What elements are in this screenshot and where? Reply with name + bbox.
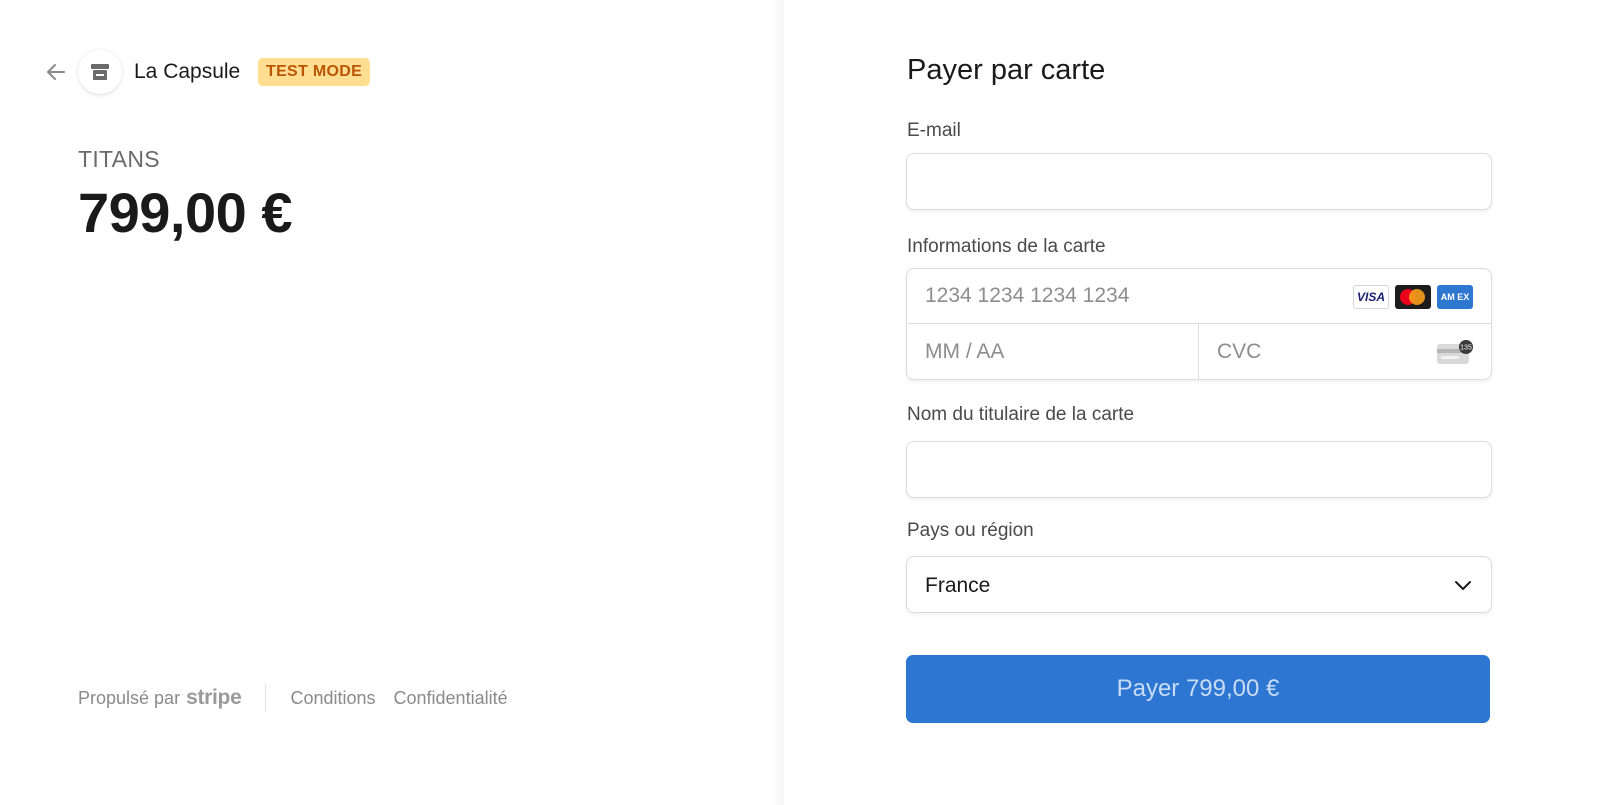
visa-icon: VISA [1353, 285, 1389, 309]
footer-divider [265, 684, 267, 712]
card-number-field[interactable] [907, 269, 1327, 323]
expiry-cell [907, 324, 1199, 379]
card-info-label: Informations de la carte [907, 236, 1106, 257]
email-field[interactable] [907, 154, 1491, 209]
country-value: France [925, 574, 991, 597]
panel-divider [770, 0, 784, 805]
order-summary-panel: La Capsule TEST MODE TITANS 799,00 € Pro… [0, 0, 782, 805]
test-mode-badge: TEST MODE [258, 58, 371, 86]
form-title: Payer par carte [907, 54, 1106, 86]
store-icon [78, 50, 122, 94]
email-label: E-mail [907, 120, 961, 141]
cardholder-label: Nom du titulaire de la carte [907, 404, 1135, 425]
merchant-name: La Capsule [134, 60, 241, 83]
chevron-down-icon [1453, 575, 1473, 595]
country-label: Pays ou région [907, 520, 1034, 541]
cvc-card-icon: 135 [1437, 340, 1473, 364]
cvc-icon-text: 135 [1460, 345, 1472, 352]
expiry-field[interactable] [907, 324, 1198, 379]
mastercard-icon [1395, 285, 1431, 309]
cvc-cell: 135 [1199, 324, 1491, 379]
cvc-field[interactable] [1199, 324, 1419, 379]
amex-icon: AM EX [1437, 285, 1473, 309]
footer: Propulsé par stripe Conditions Confident… [78, 684, 526, 712]
powered-by-label: Propulsé par [78, 687, 181, 708]
product-price: 799,00 € [78, 181, 292, 244]
card-number-row: VISA AM EX [907, 269, 1491, 324]
email-field-wrapper [906, 153, 1492, 210]
product-name: TITANS [78, 146, 160, 172]
card-brand-icons: VISA AM EX [1353, 285, 1473, 309]
back-arrow-icon[interactable] [44, 60, 68, 84]
cardholder-field-wrapper [906, 441, 1492, 498]
terms-link[interactable]: Conditions [290, 688, 375, 709]
country-select[interactable]: France [906, 556, 1492, 613]
cardholder-field[interactable] [907, 442, 1491, 497]
powered-by[interactable]: Propulsé par stripe [78, 686, 242, 710]
pay-button[interactable]: Payer 799,00 € [906, 655, 1490, 723]
stripe-logo: stripe [186, 686, 242, 709]
card-details-group: VISA AM EX 135 [906, 268, 1492, 380]
privacy-link[interactable]: Confidentialité [394, 688, 508, 709]
